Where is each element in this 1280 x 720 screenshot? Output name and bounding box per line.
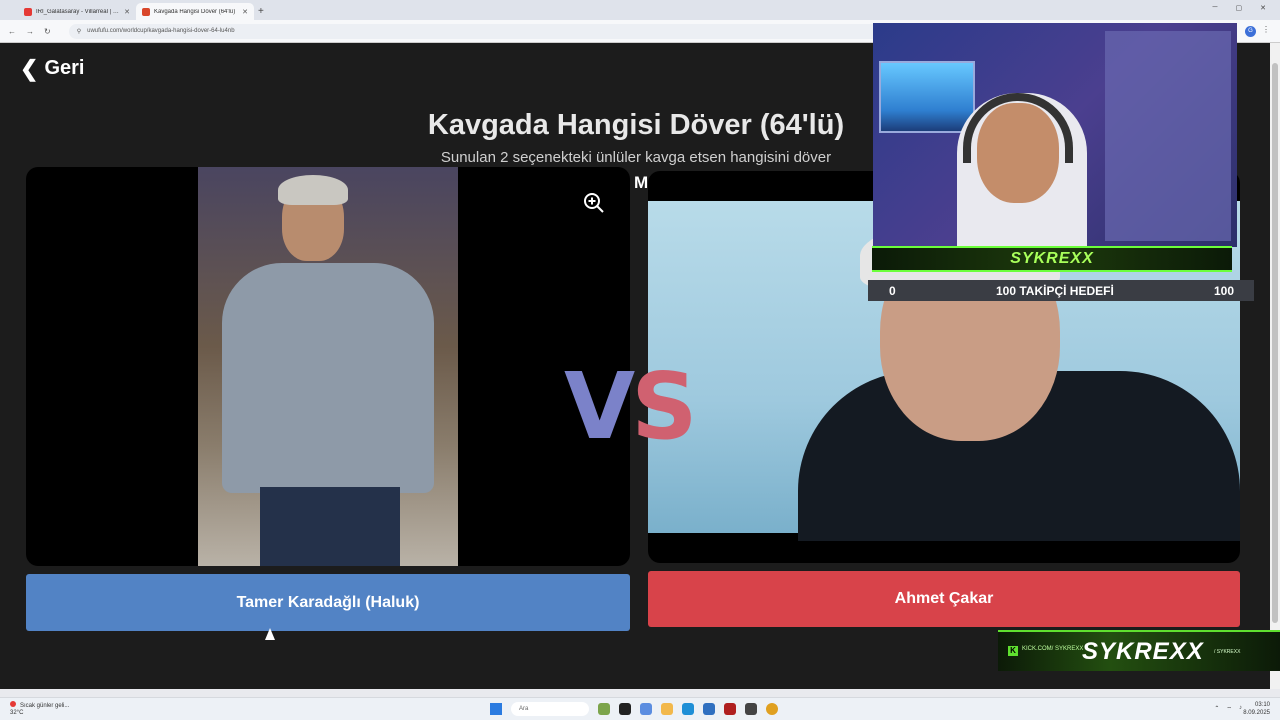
webcam-overlay [873,23,1237,247]
obs-icon[interactable] [724,703,736,715]
browser-menu-icon[interactable]: ⋮ [1262,25,1270,34]
photo-jeans [260,487,400,566]
taskbar: Sıcak günler geli... 32°C Ara ⌃ ⌔ ♪ 03:1… [0,697,1280,720]
aquarium [879,61,975,133]
minimize-icon[interactable]: ─ [1213,4,1218,12]
new-tab-button[interactable]: + [258,6,264,17]
close-tab-icon[interactable]: ✕ [124,8,130,16]
goal-title: 100 TAKİPÇİ HEDEFİ [996,284,1114,298]
widgets-icon[interactable] [598,703,610,715]
follower-goal-bar: 0 100 TAKİPÇİ HEDEFİ 100 [868,280,1254,301]
right-choice-button[interactable]: Ahmet Çakar [648,571,1240,627]
goal-end: 100 [1213,284,1234,298]
site-info-icon[interactable]: ⚲ [77,28,81,35]
uwufufu-icon [142,7,150,16]
tab-title: Kavgada Hangisi Döver (64'lü) [154,8,236,15]
tab-kavgada[interactable]: Kavgada Hangisi Döver (64'lü) ✕ [136,3,254,20]
store-icon[interactable] [703,703,715,715]
social-handle: / SYKREXX [1214,649,1241,655]
tab-title: İRİ_Galatasaray - Villarreal | Ha [36,8,121,15]
windows-start-icon[interactable] [490,703,502,715]
clock-date: 8.09.2025 [1243,710,1270,716]
social-overlay: K KICK.COM/ SYKREXX SYKREXX / SYKREXX [998,630,1280,671]
goal-start: 0 [889,284,896,298]
copilot-icon[interactable] [640,703,652,715]
close-window-icon[interactable]: ✕ [1260,4,1266,12]
page-scrollbar[interactable] [1270,43,1280,689]
photo-shirt [222,263,434,493]
mouse-cursor [265,628,275,640]
kick-icon: K [1008,646,1018,656]
chevron-up-icon[interactable]: ⌃ [1214,705,1219,713]
chrome-icon[interactable] [766,703,778,715]
volume-icon[interactable]: ♪ [1239,705,1242,713]
zoom-in-icon[interactable] [582,191,606,215]
back-arrow-icon[interactable]: ← [8,27,16,36]
back-label: Geri [44,57,85,79]
forward-arrow-icon[interactable]: → [26,27,34,36]
left-choice-button[interactable]: Tamer Karadağlı (Haluk) [26,574,630,631]
clock-time: 03:10 [1254,702,1270,708]
versus-v: V [564,353,635,460]
left-choice-card[interactable] [26,167,630,566]
window-controls: ─ ▢ ✕ [1213,4,1266,12]
network-icon[interactable]: ⌔ [1226,705,1232,713]
weather-text: Sıcak günler geli... [20,703,70,709]
url-text: uwufufu.com/worldcup/kavgada-hangisi-dov… [87,28,235,34]
tab-galatasaray[interactable]: İRİ_Galatasaray - Villarreal | Ha ✕ [18,3,136,20]
clock[interactable]: 03:10 8.09.2025 [1243,701,1270,717]
url-field[interactable]: ⚲ uwufufu.com/worldcup/kavgada-hangisi-d… [68,23,909,39]
left-choice-photo[interactable] [198,167,458,566]
weather-temp: 32°C [10,710,24,716]
taskbar-apps: Ara [490,702,778,716]
partial-text: M [634,173,649,192]
weather-icon [10,701,16,707]
profile-avatar[interactable]: G [1245,26,1256,37]
chevron-left-icon: ❮ [20,55,39,81]
close-tab-icon[interactable]: ✕ [242,8,248,16]
system-tray: ⌃ ⌔ ♪ [1214,705,1242,713]
weather-widget[interactable]: Sıcak günler geli... 32°C [10,701,69,717]
file-explorer-icon[interactable] [661,703,673,715]
versus-s: S [631,353,697,460]
streamer-name-banner: SYKREXX [872,246,1232,272]
social-brand: SYKREXX [1082,638,1204,665]
maximize-icon[interactable]: ▢ [1236,4,1243,12]
youtube-icon [24,7,32,16]
reload-icon[interactable]: ↻ [44,27,51,36]
task-view-icon[interactable] [619,703,631,715]
cabinet [1105,31,1231,241]
browser-tab-strip: İRİ_Galatasaray - Villarreal | Ha ✕ Kavg… [0,0,1280,20]
edge-icon[interactable] [682,703,694,715]
page-status-bar [0,689,1280,697]
versus-label: VS [564,353,697,460]
scrollbar-thumb[interactable] [1272,63,1278,623]
app-icon[interactable] [745,703,757,715]
taskbar-search[interactable]: Ara [511,702,589,716]
kick-label: KICK.COM/ SYKREXX [1022,646,1084,652]
back-button[interactable]: ❮ Geri [20,57,84,80]
photo-hair [278,175,348,205]
